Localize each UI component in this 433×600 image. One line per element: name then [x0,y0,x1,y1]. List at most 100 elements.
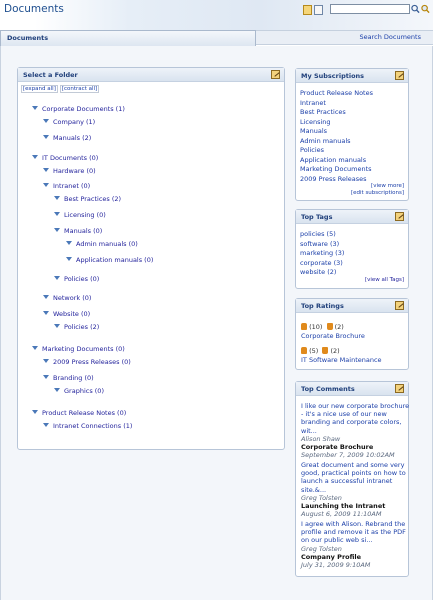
tree-item[interactable]: Policies (0) [54,275,99,283]
ratings-title: Top Ratings [301,302,344,310]
tree-item[interactable]: Manuals (0) [54,227,102,235]
tree-item[interactable]: Branding (0) [43,374,94,382]
folder-icon[interactable] [303,5,312,15]
tree-item[interactable]: 2009 Press Releases (0) [43,358,131,366]
tab-bar: Documents Search Documents [0,30,433,46]
tree-item[interactable]: Intranet (0) [43,182,90,190]
expand-arrow-icon[interactable] [32,106,38,110]
tree-item[interactable]: Marketing Documents (0) [32,345,125,353]
rated-doc-link[interactable]: Corporate Brochure [301,332,365,340]
edit-icon[interactable] [395,212,404,221]
folder-panel-header: Select a Folder [18,68,284,82]
thumbs-up-icon [301,323,307,330]
thumbs-down-icon [322,347,329,354]
subscription-item[interactable]: Manuals [300,127,373,137]
rating-up-count: (10) [309,323,323,331]
ratings-header: Top Ratings [296,299,408,313]
expand-arrow-icon[interactable] [43,135,49,139]
subscription-item[interactable]: Marketing Documents [300,165,373,175]
comment-text[interactable]: Great document and some very good, pract… [301,461,411,494]
expand-arrow-icon[interactable] [54,196,60,200]
view-more-link[interactable]: [view more] [351,183,404,190]
expand-arrow-icon[interactable] [43,119,49,123]
search-icon[interactable] [411,4,420,14]
expand-arrow-icon[interactable] [32,155,38,159]
edit-icon[interactable] [395,71,404,80]
tree-item[interactable]: Corporate Documents (1) [32,105,125,113]
expand-all-link[interactable]: [expand all] [21,85,58,93]
expand-arrow-icon[interactable] [32,410,38,414]
tree-item[interactable]: Graphics (0) [54,387,104,395]
subscriptions-panel: My Subscriptions Product Release Notes I… [295,68,409,201]
subscription-item[interactable]: Admin manuals [300,137,373,147]
comment-text[interactable]: I like our new corporate brochure - it's… [301,402,411,435]
tag-item[interactable]: software (3) [300,240,344,250]
expand-arrow-icon[interactable] [32,346,38,350]
rated-doc-link[interactable]: IT Software Maintenance [301,356,382,364]
subscription-item[interactable]: Product Release Notes [300,89,373,99]
edit-icon[interactable] [271,70,280,79]
subscriptions-footer: [view more] [edit subscriptions] [351,183,404,197]
view-all-tags-link[interactable]: [view all Tags] [365,277,404,284]
expand-arrow-icon[interactable] [43,359,49,363]
tree-item[interactable]: IT Documents (0) [32,154,98,162]
tree-item[interactable]: Manuals (2) [43,134,91,142]
tab-search-documents[interactable]: Search Documents [360,33,421,41]
tree-controls: [expand all] [contract all] [21,85,101,93]
subscriptions-list: Product Release Notes Intranet Best Prac… [300,89,373,184]
tag-item[interactable]: website (2) [300,268,344,278]
expand-arrow-icon[interactable] [54,324,60,328]
comment-text[interactable]: I agree with Alison. Rebrand the profile… [301,520,411,545]
tree-item[interactable]: Product Release Notes (0) [32,409,126,417]
rating-down-count: (2) [330,347,340,355]
tree-item[interactable]: Hardware (0) [43,167,96,175]
expand-arrow-icon[interactable] [43,375,49,379]
tab-documents[interactable]: Documents [0,30,256,46]
tree-item[interactable]: Policies (2) [54,323,99,331]
comments-header: Top Comments [296,382,408,396]
comment-author: Alison Shaw [301,434,341,443]
tag-item[interactable]: marketing (3) [300,249,344,259]
edit-subscriptions-link[interactable]: [edit subscriptions] [351,190,404,197]
tree-item[interactable]: Admin manuals (0) [66,240,138,248]
tree-item[interactable]: Application manuals (0) [66,256,153,264]
comment-doc-title[interactable]: Company Profile [301,553,411,561]
edit-icon[interactable] [395,301,404,310]
subscription-item[interactable]: Policies [300,146,373,156]
subscription-item[interactable]: Licensing [300,118,373,128]
subscription-item[interactable]: Best Practices [300,108,373,118]
search-input[interactable] [330,4,410,14]
comment-date: September 7, 2009 10:02AM [301,451,395,460]
tag-item[interactable]: corporate (3) [300,259,344,269]
tree-item[interactable]: Intranet Connections (1) [43,422,132,430]
expand-arrow-icon[interactable] [54,388,60,392]
expand-arrow-icon[interactable] [43,295,49,299]
expand-arrow-icon[interactable] [66,257,72,261]
tags-header: Top Tags [296,210,408,224]
expand-arrow-icon[interactable] [43,423,49,427]
rating-counts: (10) (2) [301,323,344,331]
rating-down-count: (2) [334,323,344,331]
comment-doc-title[interactable]: Corporate Brochure [301,443,411,451]
subscription-item[interactable]: Intranet [300,99,373,109]
expand-arrow-icon[interactable] [54,228,60,232]
comment-doc-title[interactable]: Launching the Intranet [301,502,411,510]
comment-author: Greg Tolsten [301,493,342,502]
expand-arrow-icon[interactable] [43,183,49,187]
tree-item[interactable]: Network (0) [43,294,91,302]
tree-item[interactable]: Website (0) [43,310,90,318]
tag-item[interactable]: policies (5) [300,230,344,240]
edit-icon[interactable] [395,384,404,393]
expand-arrow-icon[interactable] [66,241,72,245]
subscription-item[interactable]: Application manuals [300,156,373,166]
expand-arrow-icon[interactable] [54,276,60,280]
expand-arrow-icon[interactable] [43,168,49,172]
contract-all-link[interactable]: [contract all] [59,85,100,93]
advanced-search-icon[interactable] [421,4,430,14]
expand-arrow-icon[interactable] [54,212,60,216]
tree-item[interactable]: Best Practices (2) [54,195,121,203]
tree-item[interactable]: Licensing (0) [54,211,106,219]
expand-arrow-icon[interactable] [43,311,49,315]
document-icon[interactable] [314,5,323,15]
tree-item[interactable]: Company (1) [43,118,95,126]
